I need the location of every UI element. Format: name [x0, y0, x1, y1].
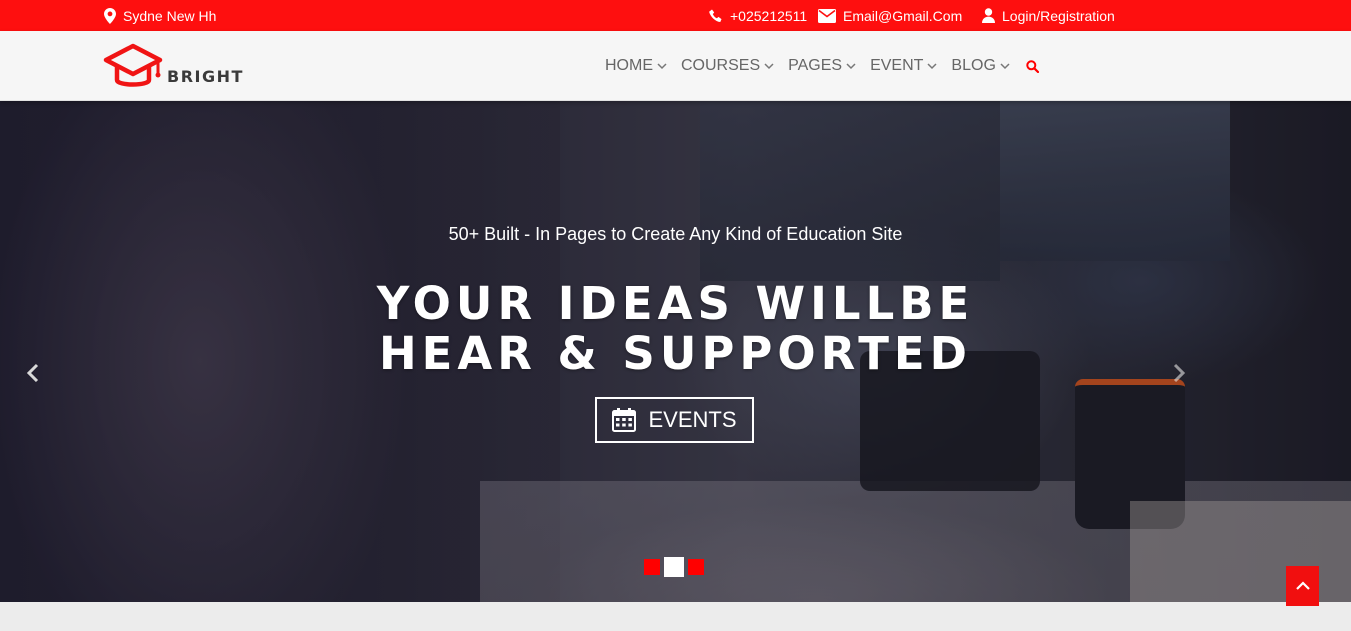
main-header: BRIGHT HOME COURSES PAGES EVENT BLOG	[0, 31, 1351, 101]
slider-dot-active[interactable]	[664, 557, 684, 577]
main-nav: HOME COURSES PAGES EVENT BLOG	[605, 31, 1039, 101]
slider-dot[interactable]	[644, 559, 660, 575]
email-text: Email@Gmail.Com	[843, 7, 963, 24]
search-icon	[1026, 59, 1039, 73]
chevron-down-icon	[927, 62, 937, 69]
envelope-icon	[818, 8, 836, 23]
chevron-down-icon	[657, 62, 667, 69]
top-info-bar: Sydne New Hh +025212511 Email@Gmail.Com …	[0, 0, 1351, 31]
nav-item-home[interactable]: HOME	[605, 57, 667, 75]
hero-title: YOUR IDEAS WILLBE HEAR & SUPPORTED	[0, 279, 1351, 379]
content-section-start	[0, 602, 1351, 631]
slider-next-arrow[interactable]	[1166, 361, 1190, 385]
nav-label: PAGES	[788, 57, 843, 74]
calendar-icon	[612, 408, 637, 432]
login-link[interactable]: Login/Registration	[982, 0, 1115, 31]
map-marker-icon	[104, 7, 116, 24]
nav-item-courses[interactable]: COURSES	[681, 57, 774, 75]
email-info[interactable]: Email@Gmail.Com	[818, 0, 962, 31]
slider-dots	[644, 557, 704, 577]
events-button-label: EVENTS	[648, 407, 737, 432]
chevron-down-icon	[1000, 62, 1010, 69]
hero-subtitle: 50+ Built - In Pages to Create Any Kind …	[448, 224, 903, 244]
search-button[interactable]	[1026, 59, 1039, 73]
back-to-top-button[interactable]	[1286, 566, 1319, 606]
hero-slider: 50+ Built - In Pages to Create Any Kind …	[0, 101, 1351, 602]
site-logo[interactable]: BRIGHT	[103, 43, 244, 91]
chevron-down-icon	[764, 62, 774, 69]
phone-info[interactable]: +025212511	[709, 0, 807, 31]
nav-item-blog[interactable]: BLOG	[951, 57, 1010, 75]
slider-prev-arrow[interactable]	[22, 361, 46, 385]
nav-label: BLOG	[951, 57, 996, 74]
location-info: Sydne New Hh	[104, 0, 216, 31]
nav-item-event[interactable]: EVENT	[870, 57, 937, 75]
nav-label: HOME	[605, 57, 653, 74]
events-button[interactable]: EVENTS	[595, 397, 754, 443]
location-text: Sydne New Hh	[123, 7, 217, 24]
slider-dot[interactable]	[688, 559, 704, 575]
hero-title-line: YOUR IDEAS WILLBE	[376, 277, 975, 330]
chevron-up-icon	[1295, 581, 1310, 590]
nav-item-pages[interactable]: PAGES	[788, 57, 856, 75]
user-icon	[982, 8, 995, 23]
nav-label: EVENT	[870, 57, 924, 74]
chevron-down-icon	[846, 62, 856, 69]
chevron-left-icon	[26, 363, 39, 383]
phone-text: +025212511	[730, 7, 808, 24]
nav-label: COURSES	[681, 57, 761, 74]
phone-icon	[709, 9, 722, 22]
logo-text: BRIGHT	[167, 66, 244, 86]
login-text: Login/Registration	[1002, 7, 1115, 24]
hero-title-line: HEAR & SUPPORTED	[378, 327, 973, 380]
graduation-cap-icon	[103, 43, 163, 87]
chevron-right-icon	[1173, 363, 1186, 383]
